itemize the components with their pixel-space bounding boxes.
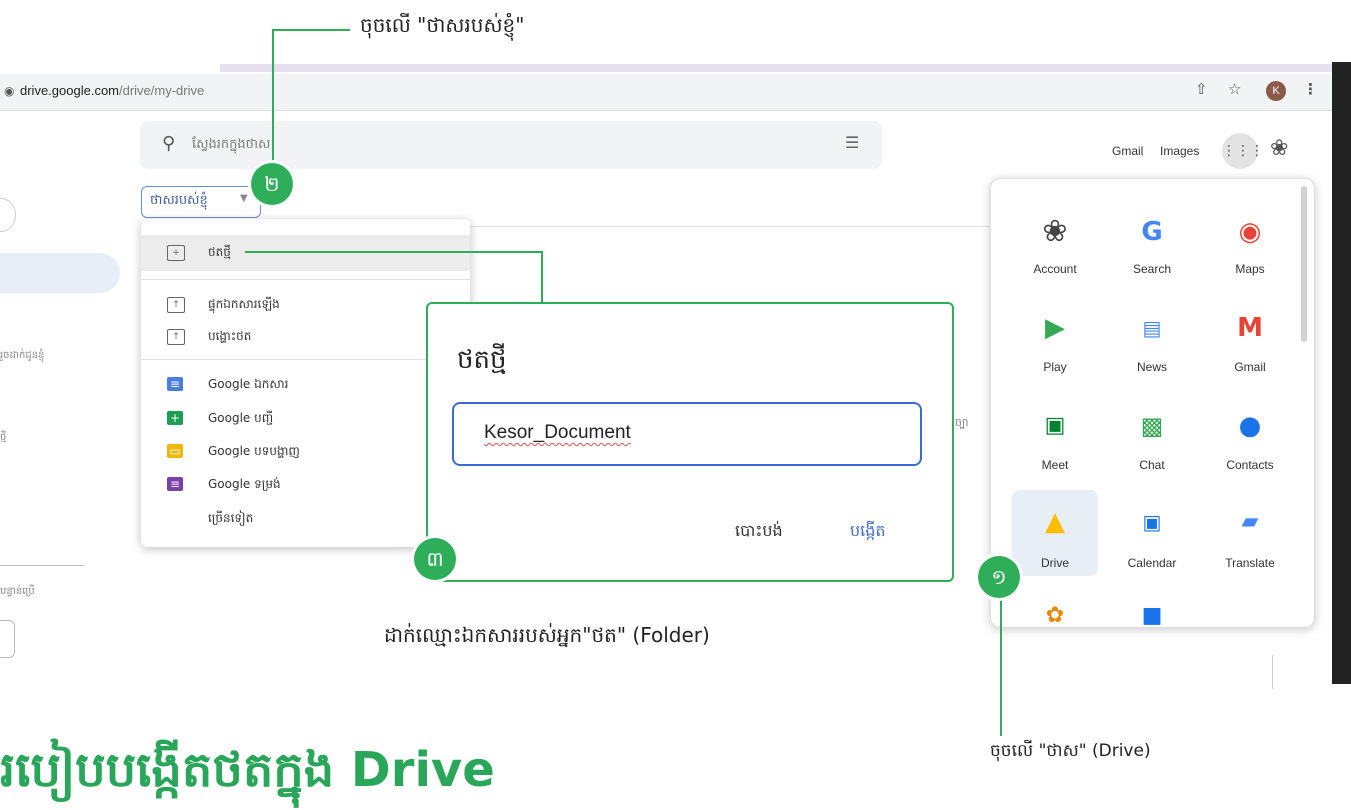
- cancel-button[interactable]: បោះបង់: [735, 520, 783, 544]
- folder-name-value[interactable]: Kesor_Document: [484, 422, 631, 444]
- google-search-icon[interactable]: G: [1132, 212, 1172, 252]
- menu-item-google-slides[interactable]: Google បទបង្ហាញ: [208, 443, 300, 461]
- callout-line-2: [272, 30, 274, 170]
- menu-divider: [141, 279, 470, 280]
- menu-item-folder-upload[interactable]: បង្ហោះថត: [208, 328, 251, 346]
- gmail-link[interactable]: Gmail: [1112, 144, 1143, 158]
- meet-icon[interactable]: ▣: [1035, 406, 1075, 446]
- url-text[interactable]: drive.google.com/drive/my-drive: [20, 83, 204, 98]
- sidebar-item-shared[interactable]: រួចដាក់ជូនខ្ញុំ: [0, 348, 44, 363]
- google-forms-icon: ≡: [167, 477, 183, 491]
- app-label-play[interactable]: Play: [1010, 360, 1100, 374]
- step-badge-2: ២: [251, 163, 293, 205]
- menu-divider: [141, 359, 470, 360]
- star-icon[interactable]: ☆: [1228, 80, 1241, 98]
- callout-line-3-h: [245, 251, 543, 253]
- app-label-drive[interactable]: Drive: [1010, 556, 1100, 570]
- new-folder-icon: +: [167, 245, 185, 261]
- apps-scrollbar[interactable]: [1301, 186, 1307, 342]
- google-docs-icon: ≡: [167, 377, 183, 391]
- callout-line-1: [1000, 596, 1002, 736]
- my-drive-label[interactable]: ថាសរបស់ខ្ញុំ: [150, 192, 208, 211]
- menu-item-file-upload[interactable]: ផ្ទុកឯកសារឡើង: [208, 296, 280, 314]
- gmail-icon[interactable]: M: [1230, 308, 1270, 348]
- share-icon[interactable]: ⇧: [1195, 80, 1208, 98]
- note-click-my-drive: ចុចលើ "ថាសរបស់ខ្ញុំ": [360, 13, 525, 37]
- sidebar-item-storage[interactable]: បន្ទាន់ប្រើ: [0, 584, 35, 599]
- drive-icon[interactable]: ▲: [1035, 502, 1075, 542]
- app-label-news[interactable]: News: [1107, 360, 1197, 374]
- menu-item-new-folder[interactable]: ថតថ្មី: [208, 244, 231, 262]
- app-label-calendar[interactable]: Calendar: [1107, 556, 1197, 570]
- google-slides-icon: ▭: [167, 444, 183, 458]
- kebab-menu-icon[interactable]: ⋮: [1303, 80, 1318, 98]
- apps-grid-icon: ⋮⋮⋮: [1222, 143, 1264, 159]
- site-info-icon[interactable]: ◉: [4, 84, 14, 98]
- app-label-chat[interactable]: Chat: [1107, 458, 1197, 472]
- menu-item-google-sheets[interactable]: Google បញ្ជី: [208, 410, 273, 428]
- sidebar-item-active[interactable]: [0, 253, 120, 293]
- sidebar-item-recent[interactable]: ថ្មី: [0, 430, 6, 445]
- google-sheets-icon: +: [167, 411, 183, 425]
- menu-item-google-docs[interactable]: Google ឯកសារ: [208, 376, 288, 394]
- menu-item-more[interactable]: ច្រើនទៀត: [208, 510, 253, 528]
- news-icon[interactable]: ▤: [1132, 308, 1172, 348]
- sidebar-divider: [0, 565, 84, 566]
- folder-upload-icon: ↑: [167, 329, 185, 345]
- chevron-down-icon[interactable]: ▼: [240, 193, 248, 204]
- app-label-maps[interactable]: Maps: [1205, 262, 1295, 276]
- maps-icon[interactable]: ◉: [1230, 212, 1270, 252]
- translate-icon[interactable]: ▰: [1230, 502, 1270, 542]
- create-button[interactable]: បង្កើត: [850, 520, 886, 544]
- profile-avatar[interactable]: K: [1266, 81, 1286, 101]
- callout-line-3-v: [541, 251, 543, 303]
- window-edge: [1332, 62, 1351, 684]
- search-placeholder: ស្វែងរកក្នុងថាស: [192, 137, 271, 152]
- calendar-icon[interactable]: ▣: [1132, 502, 1172, 542]
- tab-strip: [220, 64, 1332, 72]
- note-click-drive: ចុចលើ "ថាស" (Drive): [990, 741, 1151, 761]
- divider: [1272, 655, 1273, 689]
- menu-item-google-forms[interactable]: Google ទម្រង់: [208, 476, 281, 494]
- step-badge-1: ១: [978, 556, 1020, 598]
- file-upload-icon: ↑: [167, 297, 185, 313]
- play-icon[interactable]: ▶: [1035, 308, 1075, 348]
- menu-item-highlight: [141, 235, 470, 271]
- app-label-gmail[interactable]: Gmail: [1205, 360, 1295, 374]
- chat-icon[interactable]: ▩: [1132, 406, 1172, 446]
- app-label-search[interactable]: Search: [1107, 262, 1197, 276]
- callout-line-2-h: [272, 29, 350, 31]
- contacts-icon[interactable]: ●: [1230, 406, 1270, 446]
- apps-grid-button[interactable]: ⋮⋮⋮: [1222, 133, 1264, 169]
- app-label-account[interactable]: Account: [1010, 262, 1100, 276]
- dialog-title: ថតថ្មី: [457, 345, 507, 375]
- step-badge-3: ៣: [414, 538, 456, 580]
- page-heading: របៀបបង្កើតថតក្នុង Drive: [0, 742, 495, 798]
- duo-icon[interactable]: ■: [1132, 596, 1172, 626]
- search-icon[interactable]: ⚲: [162, 133, 175, 154]
- app-label-meet[interactable]: Meet: [1010, 458, 1100, 472]
- search-options-icon[interactable]: ☰: [845, 133, 859, 152]
- account-icon[interactable]: ❀: [1270, 136, 1288, 161]
- account-icon[interactable]: ❀: [1035, 212, 1075, 252]
- buy-storage-button[interactable]: [0, 620, 15, 658]
- app-label-translate[interactable]: Translate: [1205, 556, 1295, 570]
- images-link[interactable]: Images: [1160, 144, 1199, 158]
- note-name-folder: ដាក់ឈ្មោះឯកសាររបស់អ្នក"ថត" (Folder): [384, 623, 710, 647]
- photos-icon[interactable]: ✿: [1035, 596, 1075, 626]
- app-label-contacts[interactable]: Contacts: [1205, 458, 1295, 472]
